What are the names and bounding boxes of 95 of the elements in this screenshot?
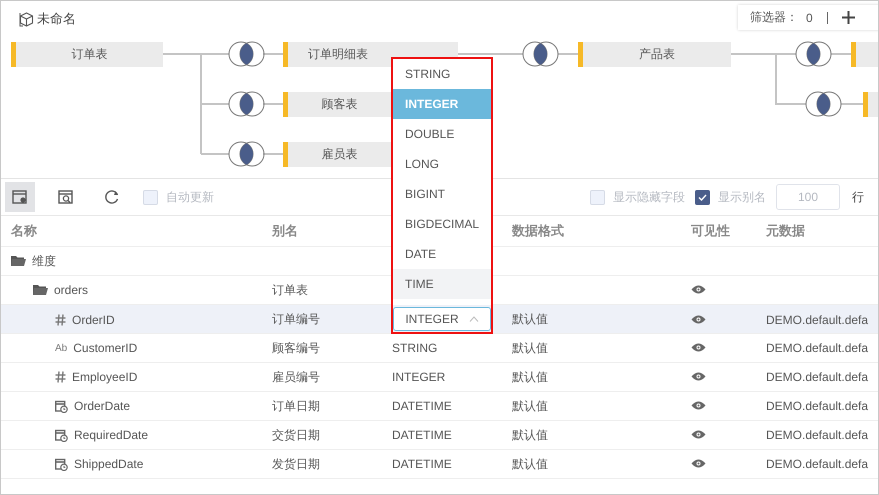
field-name: CustomerID bbox=[73, 341, 138, 355]
eye-icon[interactable] bbox=[691, 459, 706, 468]
format-cell: 默认值 bbox=[512, 312, 548, 326]
caret-up-icon bbox=[468, 316, 479, 322]
checkbox-label: 显示别名 bbox=[718, 188, 766, 206]
folder-icon bbox=[33, 284, 48, 296]
connector-line bbox=[558, 53, 578, 55]
alias-cell: 顾客编号 bbox=[272, 340, 320, 354]
table-node[interactable]: 产品表 bbox=[578, 42, 731, 67]
selected-table-row[interactable]: OrderID 订单编号 INTEGER 默认值 DEMO.default.defa bbox=[1, 305, 878, 334]
alias-cell: 订单日期 bbox=[272, 398, 320, 412]
type-cell: DATETIME bbox=[392, 428, 452, 442]
column-header: 可见性 bbox=[691, 223, 730, 238]
eye-icon[interactable] bbox=[691, 285, 706, 294]
type-cell: DATETIME bbox=[392, 399, 452, 413]
type-cell: STRING bbox=[392, 341, 438, 355]
type-cell: DATETIME bbox=[392, 457, 452, 471]
menu-option[interactable]: BIGINT bbox=[393, 179, 491, 209]
format-cell: 默认值 bbox=[512, 456, 548, 470]
metadata-cell: DEMO.default.defa bbox=[766, 457, 868, 471]
calendar-clock-icon bbox=[55, 400, 68, 412]
metadata-cell: DEMO.default.defa bbox=[766, 341, 868, 355]
calendar-clock-icon bbox=[55, 428, 68, 442]
inner-join-icon[interactable] bbox=[228, 92, 264, 116]
type-cell: INTEGER bbox=[392, 370, 446, 384]
checkbox-label: 显示隐藏字段 bbox=[613, 188, 685, 206]
column-header: 元数据 bbox=[766, 223, 805, 238]
table-node[interactable]: 订单表 bbox=[11, 42, 163, 67]
menu-option[interactable]: DOUBLE bbox=[393, 119, 491, 149]
eye-icon[interactable] bbox=[691, 314, 706, 324]
eye-icon[interactable] bbox=[691, 343, 706, 352]
format-cell: 默认值 bbox=[512, 428, 548, 442]
type-select[interactable]: INTEGER bbox=[393, 306, 491, 330]
alias-cell: 订单表 bbox=[272, 282, 308, 296]
alias-cell: 订单编号 bbox=[272, 312, 320, 326]
calendar-clock-icon bbox=[55, 458, 68, 470]
connector-line bbox=[831, 53, 851, 55]
checkmark-icon bbox=[698, 194, 707, 200]
checkbox[interactable] bbox=[695, 190, 710, 204]
refresh-icon bbox=[104, 189, 120, 205]
inner-join-icon[interactable] bbox=[228, 42, 264, 66]
row-unit-label: 行 bbox=[852, 188, 864, 206]
column-header: 别名 bbox=[272, 223, 298, 238]
metadata-cell: DEMO.default.defa bbox=[766, 428, 868, 442]
connector-line bbox=[841, 103, 863, 105]
menu-option[interactable]: TIME bbox=[393, 269, 491, 299]
eye-icon[interactable] bbox=[691, 372, 706, 381]
inner-join-icon[interactable] bbox=[796, 42, 832, 66]
menu-option[interactable]: LONG bbox=[393, 149, 491, 179]
settings-icon bbox=[12, 190, 28, 204]
eye-icon[interactable] bbox=[691, 401, 706, 410]
preview-icon bbox=[58, 190, 74, 204]
toolbar-button[interactable] bbox=[5, 182, 35, 212]
column-header: 名称 bbox=[11, 223, 37, 238]
alias-cell: 交货日期 bbox=[272, 428, 320, 442]
format-cell: 默认值 bbox=[512, 398, 548, 412]
metadata-cell: DEMO.default.defa bbox=[766, 399, 868, 413]
metadata-cell: DEMO.default.defa bbox=[766, 370, 868, 384]
alias-cell: 发货日期 bbox=[272, 456, 320, 470]
field-name: OrderID bbox=[72, 312, 115, 326]
format-cell: 默认值 bbox=[512, 340, 548, 354]
inner-join-icon[interactable] bbox=[228, 142, 264, 166]
field-name: ShippedDate bbox=[74, 457, 144, 471]
field-name: OrderDate bbox=[74, 399, 130, 413]
field-name: EmployeeID bbox=[72, 370, 138, 384]
plus-icon[interactable] bbox=[842, 11, 855, 24]
field-name: 维度 bbox=[32, 252, 56, 270]
connector-line bbox=[263, 153, 283, 155]
inner-join-icon[interactable] bbox=[522, 42, 558, 66]
table-node[interactable]: 顾客表 bbox=[283, 92, 391, 117]
alias-cell: 雇员编号 bbox=[272, 370, 320, 384]
filter-label: 筛选器： bbox=[750, 9, 798, 26]
folder-icon bbox=[11, 255, 26, 267]
text-type-icon: Ab bbox=[55, 342, 68, 354]
connector-line bbox=[263, 103, 283, 105]
connector-line bbox=[263, 53, 283, 55]
cube-icon bbox=[19, 12, 34, 26]
format-cell: 默认值 bbox=[512, 370, 548, 384]
checkbox-label: 自动更新 bbox=[166, 188, 214, 206]
hash-icon bbox=[55, 371, 66, 383]
table-node[interactable] bbox=[851, 42, 878, 67]
table-node[interactable]: 雇员表 bbox=[283, 142, 391, 167]
connector-line bbox=[458, 53, 523, 55]
column-header: 数据格式 bbox=[512, 223, 564, 238]
inner-join-icon[interactable] bbox=[806, 92, 842, 116]
table-node[interactable] bbox=[863, 92, 878, 117]
menu-option[interactable]: BIGDECIMAL bbox=[393, 209, 491, 239]
menu-option[interactable]: DATE bbox=[393, 239, 491, 269]
field-name: orders bbox=[54, 283, 88, 297]
eye-icon[interactable] bbox=[691, 430, 706, 439]
metadata-cell: DEMO.default.defa bbox=[766, 312, 868, 326]
window-title: 未命名 bbox=[37, 10, 76, 28]
field-name: RequiredDate bbox=[74, 428, 148, 442]
hash-icon bbox=[55, 314, 66, 326]
filter-count: 0 bbox=[806, 10, 813, 24]
